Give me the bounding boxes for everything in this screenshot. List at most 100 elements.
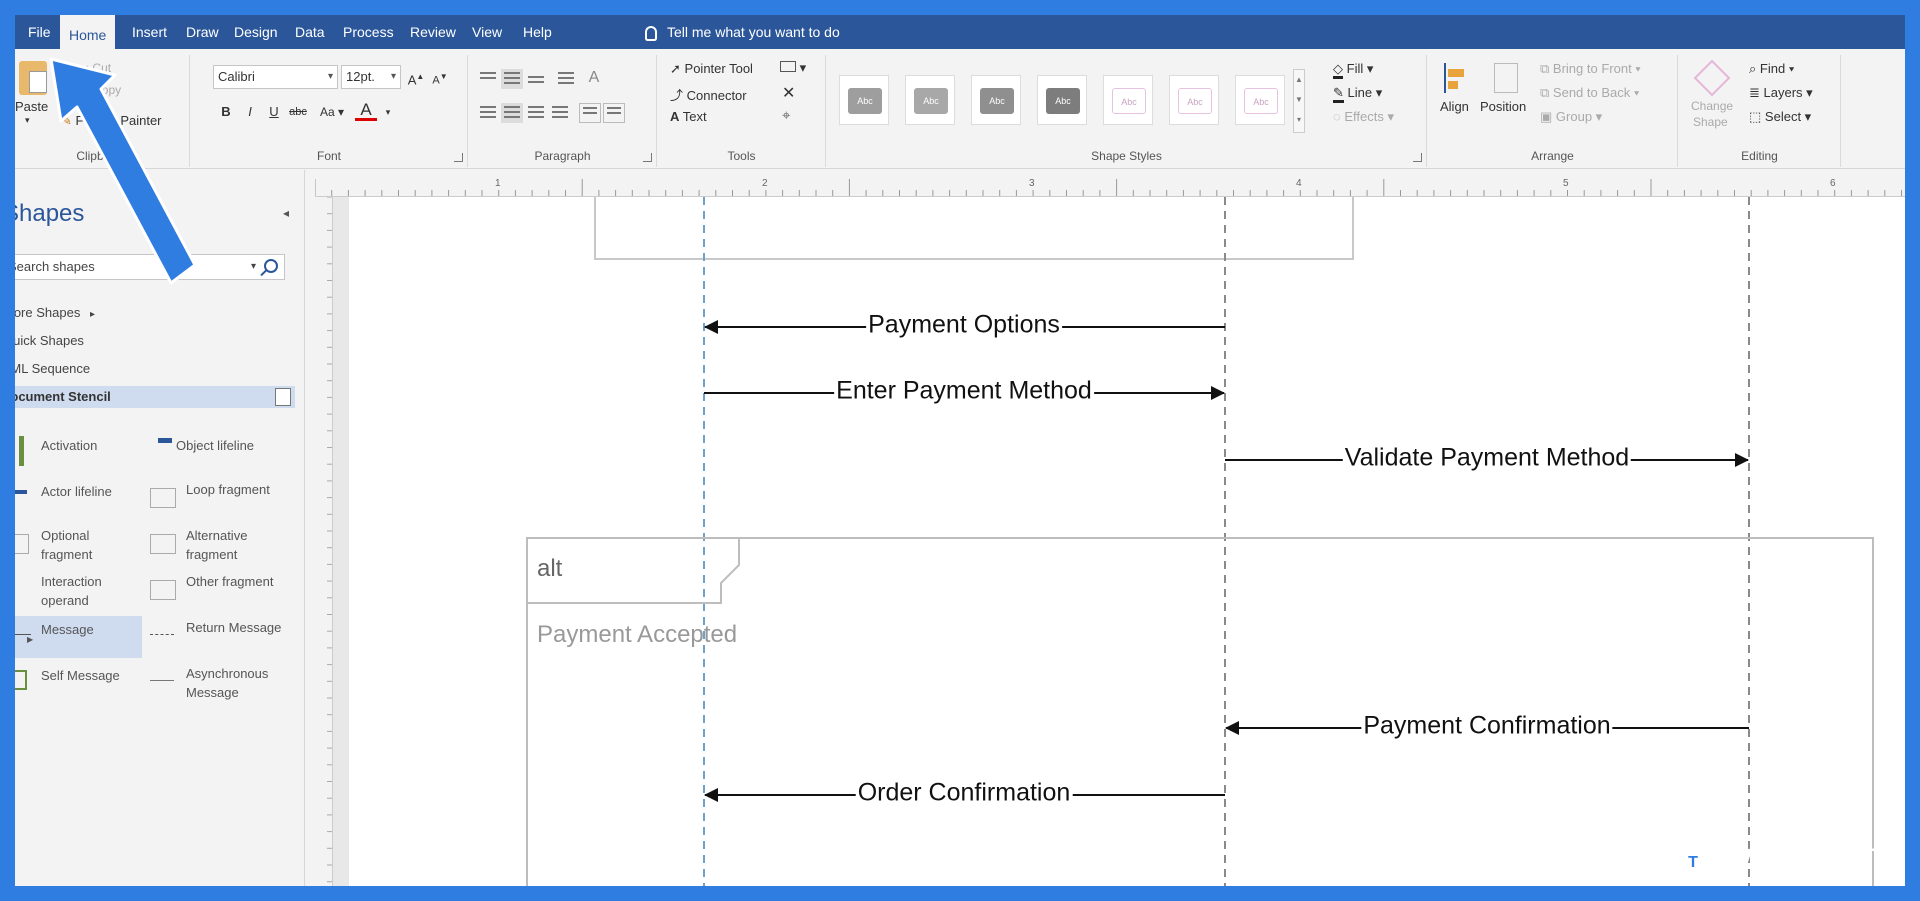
optional-fragment-icon: [15, 528, 33, 554]
send-to-back-button[interactable]: ⧉ Send to Back ▾: [1540, 85, 1639, 101]
underline-button[interactable]: U: [263, 101, 285, 123]
paragraph-group-label: Paragraph: [534, 149, 591, 163]
shape-interaction-operand[interactable]: Interaction operand: [15, 570, 142, 612]
chevron-down-icon[interactable]: ▾: [377, 101, 399, 123]
tab-view[interactable]: View: [463, 15, 511, 49]
text-tool-button[interactable]: A Text: [670, 109, 707, 124]
menu-bar: File Home Insert Draw Design Data Proces…: [15, 15, 1905, 49]
font-color-button[interactable]: A: [355, 99, 377, 121]
font-dialog-launcher[interactable]: [454, 153, 463, 162]
increase-indent-button[interactable]: [603, 103, 625, 123]
message-label-payment-options[interactable]: Payment Options: [866, 310, 1062, 340]
shape-asynchronous-message[interactable]: Asynchronous Message: [150, 662, 285, 704]
connector-button[interactable]: ⤴ Connector: [670, 85, 747, 104]
style-swatch-7[interactable]: Abc: [1235, 75, 1285, 125]
font-size-select[interactable]: 12pt. ▾: [341, 65, 401, 89]
other-fragment-icon: [150, 574, 176, 600]
style-swatch-2[interactable]: Abc: [905, 75, 955, 125]
connection-point-icon[interactable]: ⌖: [782, 107, 790, 124]
shape-object-lifeline[interactable]: Object lifeline: [150, 432, 285, 474]
align-top-button[interactable]: [477, 69, 499, 89]
fill-button[interactable]: ◇ Fill ▾: [1333, 61, 1373, 79]
tell-me-text: Tell me what you want to do: [667, 24, 840, 40]
justify-button[interactable]: [549, 103, 571, 123]
alternative-fragment-icon: [150, 528, 176, 554]
grow-font-button[interactable]: A▲: [405, 66, 427, 88]
message-label-payment-confirmation[interactable]: Payment Confirmation: [1361, 711, 1613, 741]
change-shape-button[interactable]: Change Shape: [1685, 59, 1741, 139]
align-center-button[interactable]: [501, 103, 523, 123]
message-label-order-confirmation[interactable]: Order Confirmation: [855, 778, 1073, 808]
style-swatch-6[interactable]: Abc: [1169, 75, 1219, 125]
shape-message[interactable]: ▶ Message: [15, 616, 142, 658]
layers-icon: ≣: [1749, 85, 1760, 100]
collapse-pane-icon[interactable]: ◂: [283, 206, 289, 220]
alt-operator-label[interactable]: alt: [537, 555, 562, 583]
style-swatch-4[interactable]: Abc: [1037, 75, 1087, 125]
paragraph-dialog-launcher[interactable]: [643, 153, 652, 162]
line-button[interactable]: ✎ Line ▾: [1333, 85, 1382, 103]
bring-to-front-button[interactable]: ⧉ Bring to Front ▾: [1540, 61, 1641, 77]
style-swatch-1[interactable]: Abc: [839, 75, 889, 125]
paint-bucket-icon: ◇: [1333, 61, 1343, 79]
effects-button[interactable]: ◌ Effects ▾: [1333, 109, 1394, 125]
shape-alternative-fragment[interactable]: Alternative fragment: [150, 524, 285, 566]
shape-optional-fragment[interactable]: Optional fragment: [15, 524, 142, 566]
find-button[interactable]: ⌕ Find ▾: [1749, 61, 1794, 77]
tab-help[interactable]: Help: [514, 15, 561, 49]
tab-process[interactable]: Process: [334, 15, 403, 49]
align-left-button[interactable]: [477, 103, 499, 123]
tab-review[interactable]: Review: [401, 15, 465, 49]
line-icon: ✎: [1333, 85, 1344, 103]
change-case-button[interactable]: Aa ▾: [317, 101, 347, 123]
template-logo-icon: T: [1680, 851, 1705, 875]
ruler-mark: 4: [1296, 178, 1302, 189]
ruler-mark: 5: [1563, 178, 1569, 189]
message-label-enter-payment-method[interactable]: Enter Payment Method: [834, 376, 1094, 406]
lightbulb-icon: [645, 25, 657, 41]
pointer-tool-button[interactable]: ➚ Pointer Tool: [670, 61, 753, 77]
align-bottom-button[interactable]: [525, 73, 547, 93]
shape-self-message[interactable]: Self Message: [15, 662, 142, 704]
alt-guard-label[interactable]: Payment Accepted: [537, 621, 737, 649]
shrink-font-button[interactable]: A▼: [429, 66, 451, 88]
stencil-uml-sequence[interactable]: UML Sequence: [15, 358, 281, 380]
editing-group: Change Shape ⌕ Find ▾ ≣ Layers ▾ ⬚ Selec…: [1679, 55, 1841, 167]
shape-styles-dialog-launcher[interactable]: [1413, 153, 1422, 162]
shape-loop-fragment[interactable]: Loop fragment: [150, 478, 285, 520]
decrease-indent-button[interactable]: [579, 103, 601, 123]
rectangle-shape-button[interactable]: ▾: [780, 60, 806, 76]
align-right-button[interactable]: [525, 103, 547, 123]
tab-data[interactable]: Data: [286, 15, 334, 49]
message-label-validate-payment-method[interactable]: Validate Payment Method: [1342, 443, 1632, 473]
shape-activation[interactable]: Activation: [15, 432, 142, 474]
group-button[interactable]: ▣ Group ▾: [1540, 109, 1602, 125]
style-swatch-5[interactable]: Abc: [1103, 75, 1153, 125]
position-button[interactable]: Position: [1478, 59, 1534, 135]
drawing-page[interactable]: Payment Options Enter Payment Method Val…: [349, 197, 1905, 886]
styles-gallery-scroll[interactable]: ▲ ▼ ▾: [1293, 69, 1305, 133]
alt-fragment[interactable]: [526, 537, 1874, 886]
style-swatch-3[interactable]: Abc: [971, 75, 1021, 125]
stencil-document[interactable]: Document Stencil: [15, 386, 295, 408]
tell-me-search[interactable]: Tell me what you want to do: [645, 15, 840, 49]
shape-return-message[interactable]: Return Message: [150, 616, 285, 658]
shape-actor-lifeline[interactable]: Actor lifeline: [15, 478, 142, 520]
text-direction-icon[interactable]: A: [583, 67, 605, 89]
select-icon: ⬚: [1749, 109, 1762, 124]
stencil-quick-shapes[interactable]: Quick Shapes: [15, 330, 283, 352]
align-middle-button[interactable]: [501, 69, 523, 89]
close-icon[interactable]: ✕: [782, 83, 795, 103]
activation-box-top[interactable]: [594, 197, 1354, 260]
ruler-mark: 1: [495, 178, 501, 189]
layers-button[interactable]: ≣ Layers ▾: [1749, 85, 1813, 101]
horizontal-ruler: 1 2 3 4 5 6: [315, 175, 1905, 197]
shape-other-fragment[interactable]: Other fragment: [150, 570, 285, 612]
select-button[interactable]: ⬚ Select ▾: [1749, 109, 1811, 125]
search-icon[interactable]: [264, 259, 278, 273]
bullets-button[interactable]: [555, 69, 577, 89]
strikethrough-button[interactable]: abc: [287, 101, 309, 123]
search-icon: ⌕: [1749, 61, 1757, 76]
align-button[interactable]: Align: [1434, 59, 1476, 135]
message-arrow-icon: ▶: [15, 620, 33, 646]
